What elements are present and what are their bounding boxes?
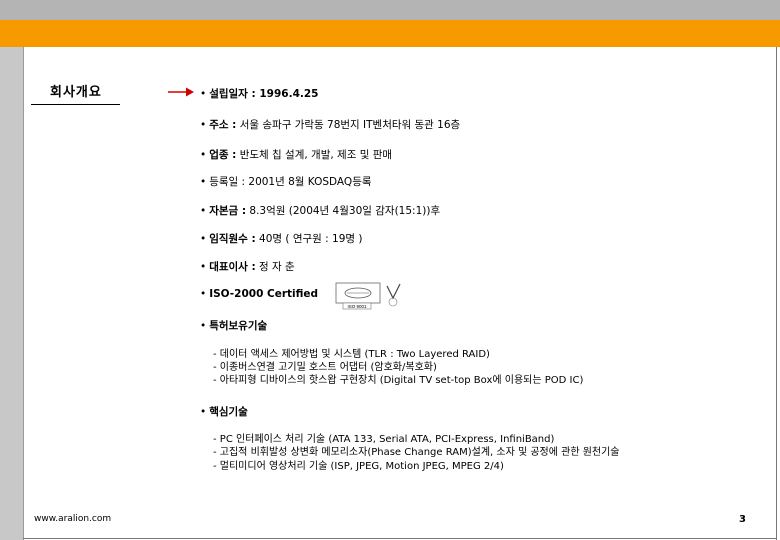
- frame-bottom-line: [23, 538, 777, 539]
- svg-text:ISO 9001: ISO 9001: [347, 304, 367, 309]
- info-ceo: • 대표이사 : 정 자 춘: [200, 261, 295, 273]
- info-patents: • 특허보유기술: [200, 320, 268, 332]
- info-industry: • 업종 : 반도체 칩 설계, 개발, 제조 및 판매: [200, 149, 393, 161]
- frame-left-line: [23, 47, 24, 540]
- patent-item: - 데이터 액세스 제어방법 및 시스템 (TLR : Two Layered …: [213, 349, 490, 360]
- info-registration: • 등록일 : 2001년 8월 KOSDAQ등록: [200, 176, 372, 188]
- info-iso: • ISO-2000 Certified: [200, 288, 319, 300]
- top-orange-band: [0, 20, 780, 47]
- info-founding-date: • 설립일자 : 1996.4.25: [200, 88, 319, 100]
- frame-right-line: [776, 47, 777, 540]
- arrow-right-icon: [168, 87, 194, 97]
- page-number: 3: [739, 514, 746, 525]
- core-tech-item: - PC 인터페이스 처리 기술 (ATA 133, Serial ATA, P…: [213, 434, 555, 445]
- footer-url: www.aralion.com: [34, 514, 112, 524]
- info-core-tech: • 핵심기술: [200, 406, 248, 418]
- iso-certification-logo: ISO 9001: [335, 282, 401, 310]
- info-capital: • 자본금 : 8.3억원 (2004년 4월30일 감자(15:1))후: [200, 205, 441, 217]
- info-employees: • 임직원수 : 40명 ( 연구원 : 19명 ): [200, 233, 363, 245]
- core-tech-item: - 멀티미디어 영상처리 기술 (ISP, JPEG, Motion JPEG,…: [213, 461, 504, 472]
- slide-title: 회사개요: [50, 85, 102, 100]
- info-address: • 주소 : 서울 송파구 가락동 78번지 IT벤처타워 동관 16층: [200, 119, 461, 131]
- core-tech-item: - 고집적 비휘발성 상변화 메모리소자(Phase Change RAM)설계…: [213, 447, 620, 458]
- left-gray-band: [0, 47, 23, 540]
- patent-item: - 아타피형 디바이스의 핫스왑 구현장치 (Digital TV set-to…: [213, 375, 584, 386]
- title-underline: [31, 104, 120, 105]
- top-gray-band: [0, 0, 780, 20]
- patent-item: - 이종버스연결 고기밀 호스트 어댑터 (암호화/복호화): [213, 362, 437, 373]
